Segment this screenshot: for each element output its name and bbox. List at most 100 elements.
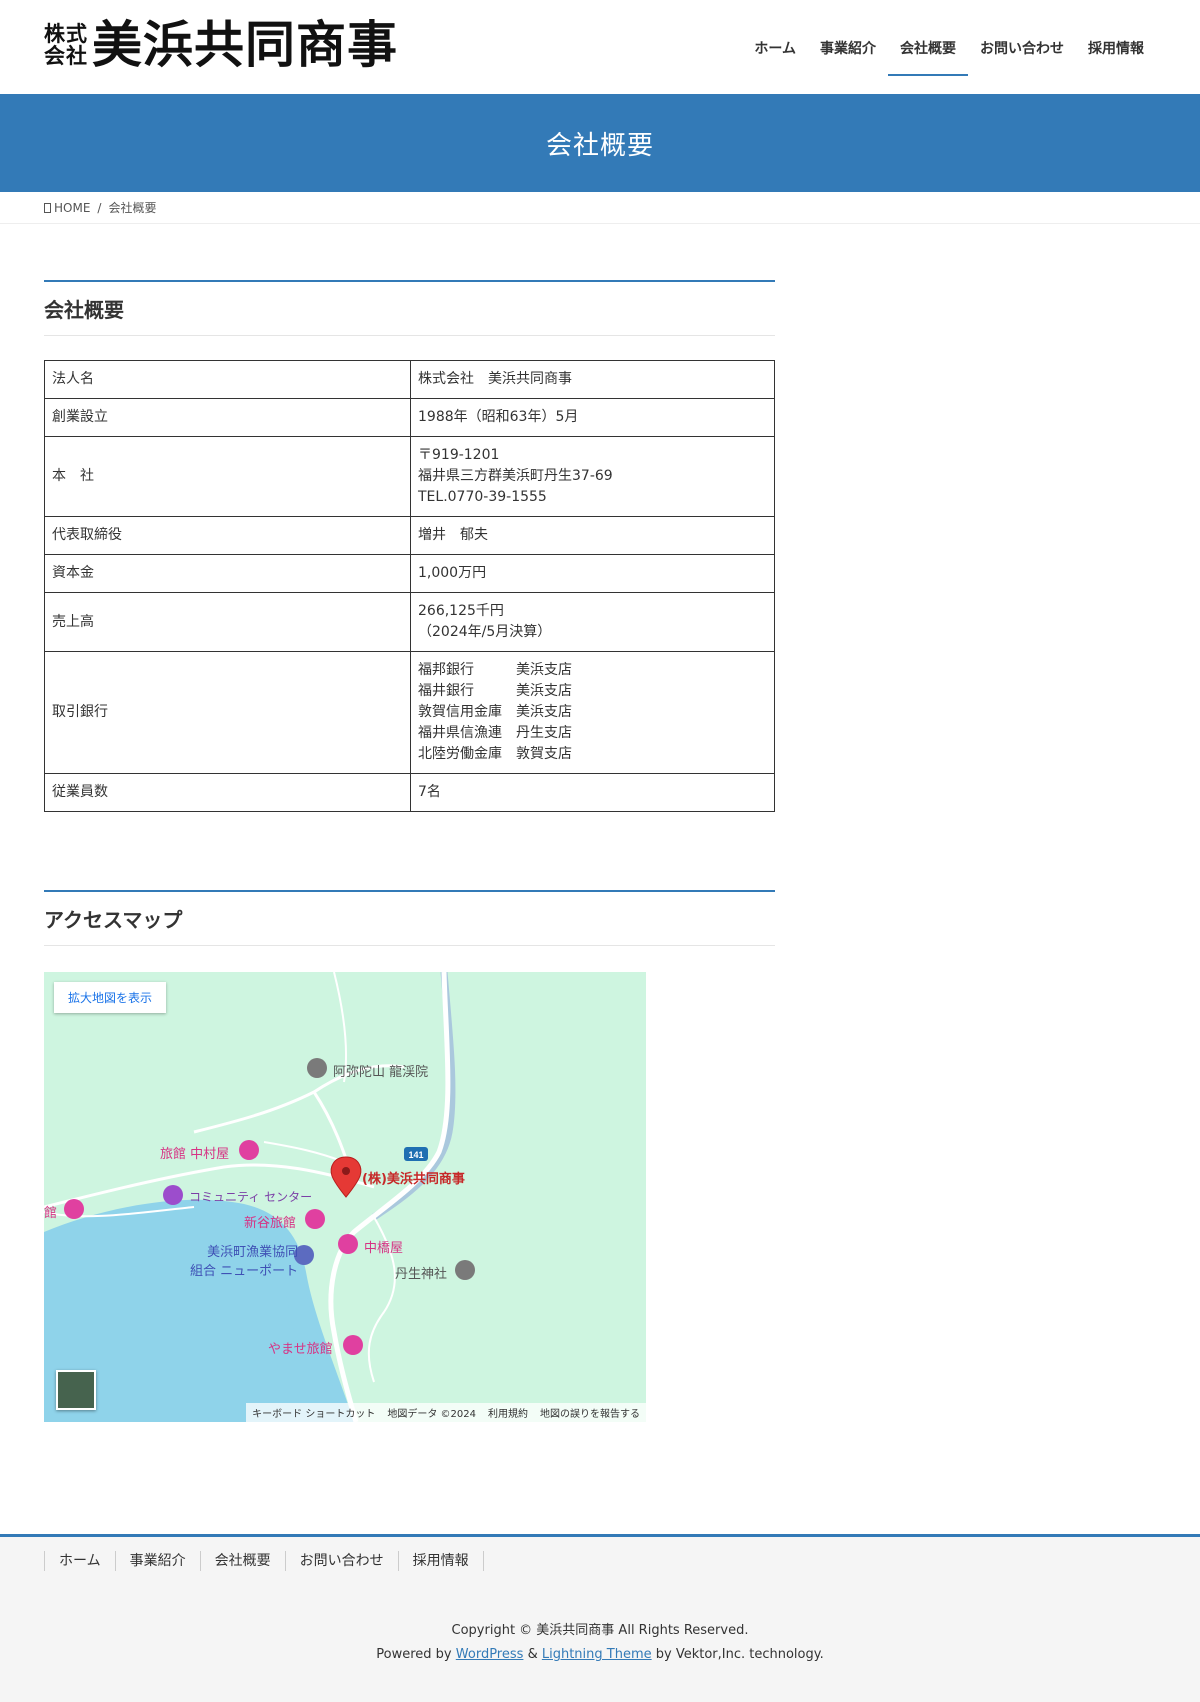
phone: TEL.0770-39-1555 (418, 489, 547, 505)
report-error-link[interactable]: 地図の誤りを報告する (540, 1405, 640, 1420)
row-label: 取引銀行 (44, 651, 411, 774)
bank-branch: 美浜支店 (516, 683, 572, 699)
global-nav: ホーム 事業紹介 会社概要 お問い合わせ 採用情報 (742, 34, 1156, 76)
sales-amount: 266,125千円 (418, 603, 504, 619)
bank-branch: 丹生支店 (516, 725, 572, 741)
row-value: 1,000万円 (410, 554, 775, 593)
ryokan-icon[interactable] (305, 1209, 325, 1229)
location-pin-dot (342, 1167, 350, 1175)
row-label: 代表取締役 (44, 516, 411, 555)
map-label-nakahashi[interactable]: 中橋屋 (364, 1237, 403, 1256)
footer-nav-company[interactable]: 会社概要 (199, 1551, 285, 1571)
ryokan-icon[interactable] (64, 1199, 84, 1219)
nav-business[interactable]: 事業紹介 (808, 34, 888, 76)
map-label-shintani[interactable]: 新谷旅館 (244, 1212, 296, 1231)
nav-contact[interactable]: お問い合わせ (968, 34, 1076, 76)
table-row: 本 社 〒919-1201 福井県三方群美浜町丹生37-69 TEL.0770-… (44, 436, 775, 517)
ryokan-icon[interactable] (343, 1335, 363, 1355)
location-pin-icon[interactable] (330, 1156, 362, 1198)
nav-home[interactable]: ホーム (742, 34, 808, 76)
site-footer: ホーム 事業紹介 会社概要 お問い合わせ 採用情報 Copyright © 美浜… (0, 1534, 1200, 1702)
enlarge-map-button[interactable]: 拡大地図を表示 (54, 982, 167, 1013)
map-label-gyokyo[interactable]: 美浜町漁業協同 組合 ニューポート (190, 1241, 298, 1279)
bank-branch: 敦賀支店 (516, 746, 572, 762)
site-logo[interactable]: 株式 会社 美浜共同商事 (44, 18, 398, 72)
page-header-banner: 会社概要 (0, 94, 1200, 192)
access-section-title: アクセスマップ (44, 908, 183, 932)
map-label-community-center[interactable]: コミュニティ センター (189, 1188, 312, 1205)
nav-company[interactable]: 会社概要 (888, 34, 968, 76)
map-label-gyokyo-line2: 組合 ニューポート (190, 1264, 299, 1279)
table-row: 法人名 株式会社 美浜共同商事 (44, 360, 775, 399)
footer-nav-contact[interactable]: お問い合わせ (284, 1551, 398, 1571)
bank-name: 福井県信漁連 (418, 725, 502, 741)
row-value: 株式会社 美浜共同商事 (410, 360, 775, 399)
bank-entry: 北陸労働金庫 敦賀支店 (418, 744, 767, 765)
table-row: 創業設立 1988年（昭和63年）5月 (44, 398, 775, 437)
nav-recruit[interactable]: 採用情報 (1076, 34, 1156, 76)
community-center-icon[interactable] (163, 1185, 183, 1205)
google-map[interactable]: 141 拡大地図を表示 阿弥陀山 龍渓院 旅館 中村屋 館 コミュニティ センタ… (44, 972, 646, 1422)
address: 福井県三方群美浜町丹生37-69 (418, 468, 613, 484)
row-label: 資本金 (44, 554, 411, 593)
row-value: 福邦銀行 美浜支店 福井銀行 美浜支店 敦賀信用金庫 美浜支店 福井県信漁連 丹生支店 … (410, 651, 775, 774)
bank-name: 福邦銀行 (418, 662, 474, 678)
map-label-yamase[interactable]: やませ旅館 (268, 1338, 333, 1357)
logo-company-type: 株式 会社 (44, 23, 88, 67)
footer-nav-business[interactable]: 事業紹介 (114, 1551, 200, 1571)
wordpress-link[interactable]: WordPress (456, 1647, 524, 1662)
breadcrumb-home[interactable]: HOME (54, 201, 90, 215)
row-value: 266,125千円 （2024年/5月決算） (410, 592, 775, 652)
breadcrumb-current: 会社概要 (108, 201, 157, 215)
row-value: 増井 郁夫 (410, 516, 775, 555)
map-attribution: キーボード ショートカット 地図データ ©2024 利用規約 地図の誤りを報告す… (246, 1403, 646, 1422)
table-row: 代表取締役 増井 郁夫 (44, 516, 775, 555)
map-label-gyokyo-line1: 美浜町漁業協同 (207, 1245, 299, 1260)
keyboard-shortcuts-link[interactable]: キーボード ショートカット (252, 1405, 375, 1420)
lightning-theme-link[interactable]: Lightning Theme (542, 1647, 652, 1662)
map-label-company[interactable]: (株)美浜共同商事 (362, 1168, 465, 1187)
row-value: 〒919-1201 福井県三方群美浜町丹生37-69 TEL.0770-39-1… (410, 436, 775, 517)
breadcrumb-separator: / (97, 200, 102, 215)
ryokan-icon[interactable] (239, 1140, 259, 1160)
temple-icon[interactable] (307, 1058, 327, 1078)
row-label: 法人名 (44, 360, 411, 399)
footer-nav-home[interactable]: ホーム (44, 1551, 115, 1571)
bank-entry: 福井県信漁連 丹生支店 (418, 723, 767, 744)
sales-period: （2024年/5月決算） (418, 624, 552, 640)
ryokan-icon[interactable] (338, 1234, 358, 1254)
logo-company-name: 美浜共同商事 (92, 16, 398, 74)
site-header: 株式 会社 美浜共同商事 ホーム 事業紹介 会社概要 お問い合わせ 採用情報 (0, 0, 1200, 94)
access-section-heading: アクセスマップ (44, 890, 775, 946)
logo-small-line-2: 会社 (44, 44, 88, 68)
road-141 (328, 972, 451, 1422)
footer-nav-recruit[interactable]: 採用情報 (397, 1551, 484, 1571)
table-row: 取引銀行 福邦銀行 美浜支店 福井銀行 美浜支店 敦賀信用金庫 美浜支店 福井県信漁連… (44, 651, 775, 774)
road (263, 1141, 345, 1163)
bank-name: 敦賀信用金庫 (418, 704, 502, 720)
table-row: 資本金 1,000万円 (44, 554, 775, 593)
bank-entry: 福井銀行 美浜支店 (418, 681, 767, 702)
shrine-icon[interactable] (455, 1260, 475, 1280)
bank-branch: 美浜支店 (516, 704, 572, 720)
powered-suffix: by Vektor,Inc. technology. (655, 1647, 824, 1662)
row-value: 7名 (410, 773, 775, 812)
terms-link[interactable]: 利用規約 (488, 1405, 528, 1420)
satellite-toggle[interactable] (56, 1370, 96, 1410)
map-label-ryokan-nakamura[interactable]: 旅館 中村屋 (160, 1143, 229, 1162)
row-label: 創業設立 (44, 398, 411, 437)
footer-nav: ホーム 事業紹介 会社概要 お問い合わせ 採用情報 (44, 1551, 484, 1571)
powered-by: Powered by WordPress & Lightning Theme b… (0, 1647, 1200, 1662)
company-info-table: 法人名 株式会社 美浜共同商事 創業設立 1988年（昭和63年）5月 本 社 … (44, 360, 775, 812)
bank-entry: 福邦銀行 美浜支店 (418, 660, 767, 681)
map-data-credit: 地図データ ©2024 (387, 1409, 476, 1420)
map-label-temple[interactable]: 阿弥陀山 龍渓院 (333, 1061, 428, 1080)
breadcrumb: HOME / 会社概要 (0, 192, 1200, 224)
copyright-text: Copyright © 美浜共同商事 All Rights Reserved. (451, 1623, 749, 1638)
route-number: 141 (408, 1150, 423, 1160)
map-label-shrine[interactable]: 丹生神社 (395, 1263, 447, 1282)
powered-amp: & (527, 1647, 538, 1662)
bank-branch: 美浜支店 (516, 662, 572, 678)
home-icon (44, 202, 51, 213)
map-canvas: 141 (44, 972, 475, 1422)
